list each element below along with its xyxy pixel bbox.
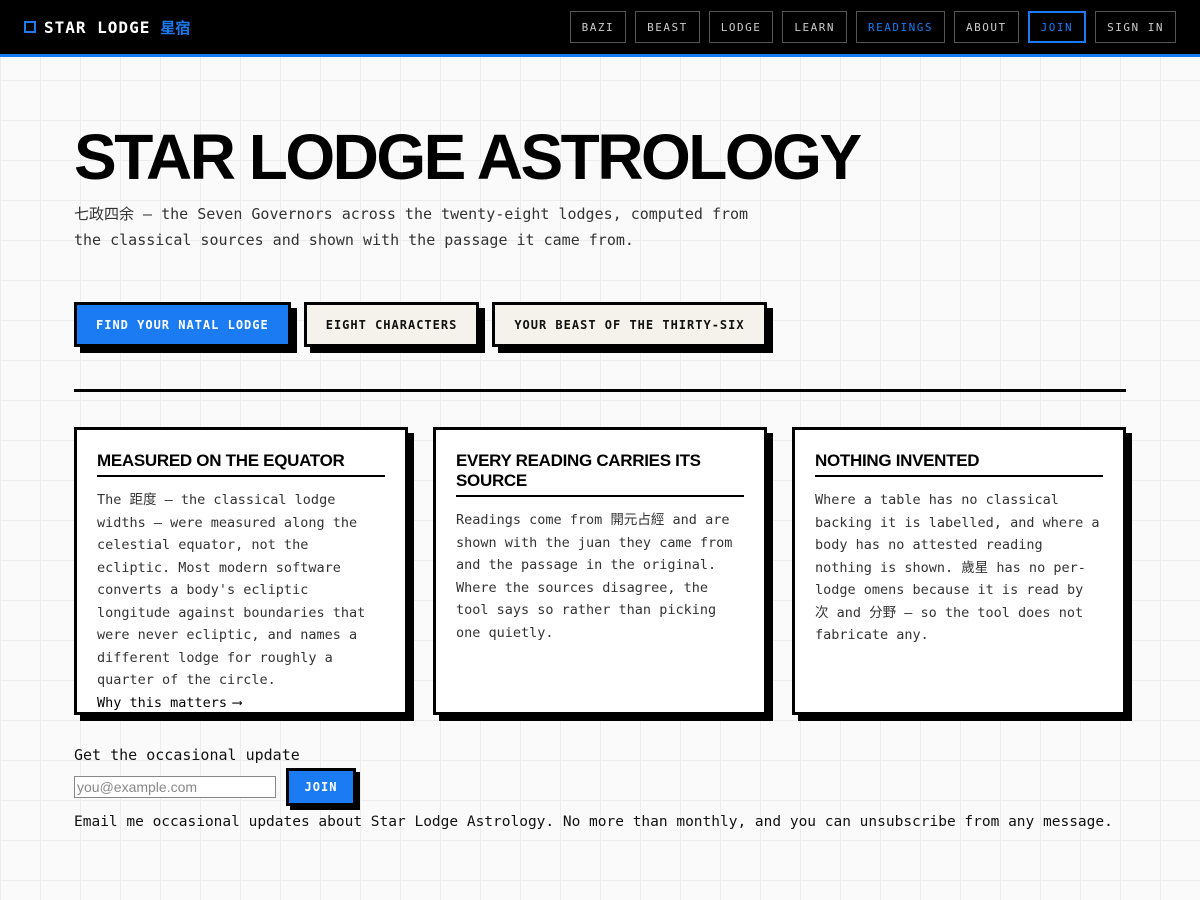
nav-lodge[interactable]: LODGE	[708, 11, 774, 43]
newsletter-consent-text: Email me occasional updates about Star L…	[74, 814, 1113, 830]
newsletter-join-button[interactable]: JOIN	[286, 768, 356, 806]
card-body: The 距度 — the classical lodge widths — we…	[97, 492, 366, 688]
email-input[interactable]	[74, 776, 276, 798]
nav-sign-in[interactable]: SIGN IN	[1095, 11, 1176, 43]
nav-readings[interactable]: READINGS	[856, 11, 946, 43]
arrow-right-icon: ⟶	[233, 694, 242, 711]
nav-learn[interactable]: LEARN	[782, 11, 848, 43]
square-outline-icon	[24, 21, 36, 33]
nav-beast[interactable]: BEAST	[635, 11, 700, 43]
hero-subtitle: 七政四余 — the Seven Governors across the tw…	[74, 205, 749, 249]
beast-of-thirty-six-button[interactable]: YOUR BEAST OF THE THIRTY-SIX	[492, 302, 767, 347]
eight-characters-button[interactable]: EIGHT CHARACTERS	[303, 302, 480, 347]
nav-bazi[interactable]: BAZI	[569, 11, 627, 43]
brand-cjk-name: 星宿	[160, 18, 191, 37]
main-nav: BAZI BEAST LODGE LEARN READINGS ABOUT JO…	[569, 11, 1176, 43]
section-divider	[74, 389, 1126, 392]
page-title: STAR LODGE ASTROLOGY	[74, 121, 862, 193]
brand-logo[interactable]: STAR LODGE 星宿	[24, 17, 190, 37]
card-measured-on-equator: MEASURED ON THE EQUATOR The 距度 — the cla…	[74, 427, 408, 715]
cta-group: FIND YOUR NATAL LODGE EIGHT CHARACTERS Y…	[74, 302, 767, 347]
card-body: Readings come from 開元占經 and are shown wi…	[456, 512, 733, 641]
find-natal-lodge-button[interactable]: FIND YOUR NATAL LODGE	[74, 302, 291, 347]
newsletter-label: Get the occasional update	[74, 746, 300, 764]
card-link-label: Why this matters	[97, 694, 228, 711]
card-nothing-invented: NOTHING INVENTED Where a table has no cl…	[792, 427, 1126, 715]
nav-join-button[interactable]: JOIN	[1027, 11, 1087, 43]
card-title: MEASURED ON THE EQUATOR	[97, 451, 385, 477]
brand-name: STAR LODGE	[44, 17, 151, 37]
card-title: EVERY READING CARRIES ITS SOURCE	[456, 451, 744, 497]
why-this-matters-link[interactable]: Why this matters ⟶	[97, 692, 385, 715]
card-every-reading-carries-source: EVERY READING CARRIES ITS SOURCE Reading…	[433, 427, 767, 715]
nav-about[interactable]: ABOUT	[954, 11, 1019, 43]
top-nav-bar: STAR LODGE 星宿 BAZI BEAST LODGE LEARN REA…	[0, 0, 1200, 57]
card-title: NOTHING INVENTED	[815, 451, 1103, 477]
card-body: Where a table has no classical backing i…	[815, 492, 1100, 643]
